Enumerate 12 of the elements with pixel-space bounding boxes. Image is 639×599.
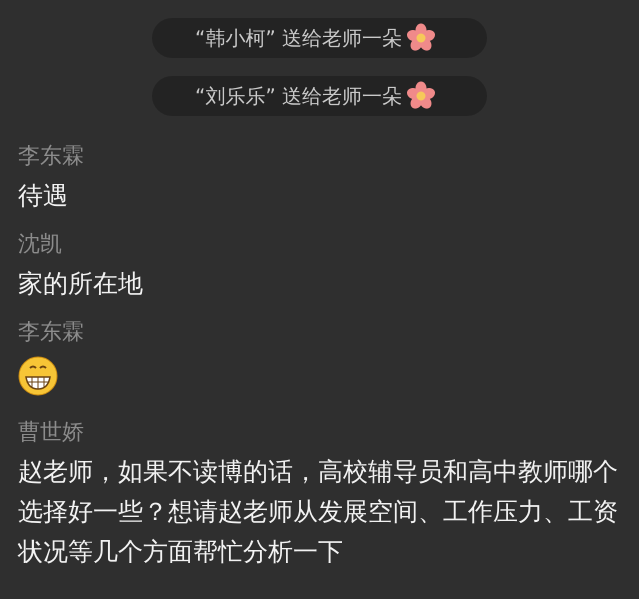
flower-icon	[406, 23, 436, 53]
flower-icon	[406, 81, 436, 111]
grinning-emoji-icon	[18, 356, 58, 396]
sender-name: 李东霖	[18, 319, 84, 347]
message-text: 赵老师，如果不读博的话，高校辅导员和高中教师哪个选择好一些？想请赵老师从发展空间、工作压力、工资状况等几个方面帮忙分析一下	[18, 456, 619, 568]
sender-name: 曹世娇	[18, 419, 84, 447]
gift-notice-text: “刘乐乐” 送给老师一朵	[194, 82, 402, 110]
message-text: 待遇	[18, 180, 69, 212]
gift-notice-text: “韩小柯” 送给老师一朵	[194, 24, 402, 52]
sender-name: 沈凯	[18, 231, 62, 259]
sender-name: 李东霖	[18, 143, 84, 171]
message-text: 家的所在地	[18, 268, 144, 300]
